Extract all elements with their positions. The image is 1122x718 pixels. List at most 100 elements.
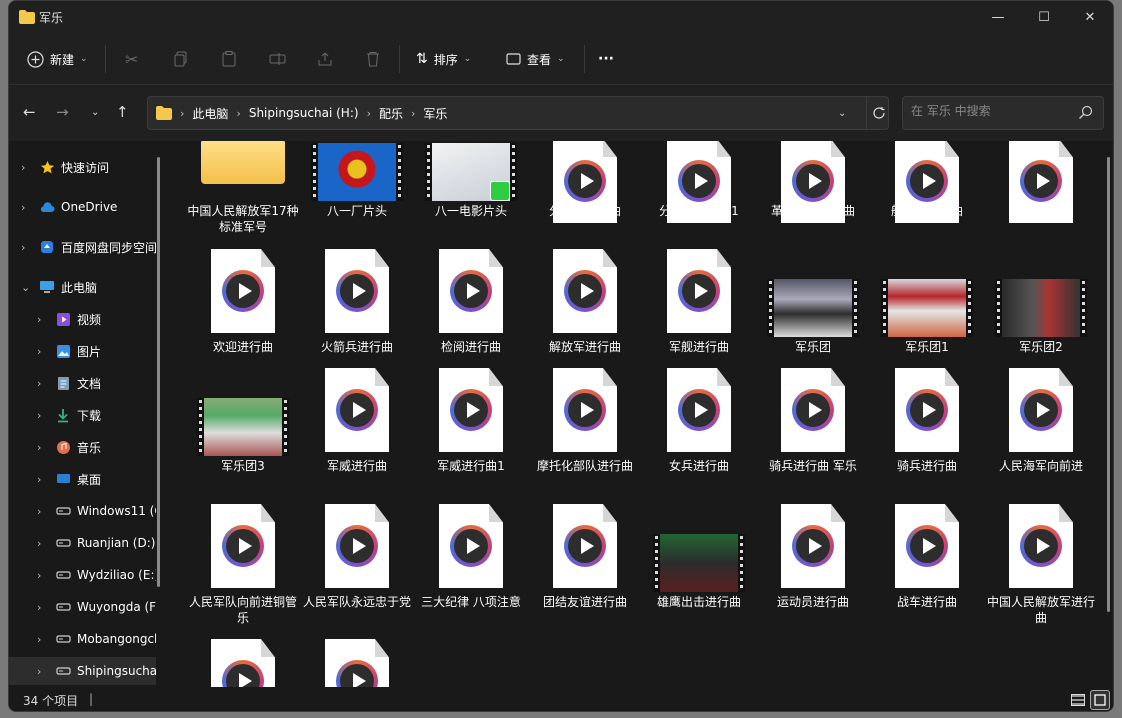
delete-button[interactable] xyxy=(365,47,381,71)
media-file-icon xyxy=(553,504,617,588)
file-item[interactable]: 航空兵进行曲 xyxy=(870,141,984,687)
file-item[interactable]: 军威进行曲1 xyxy=(414,141,528,687)
file-item[interactable]: 欢送进行曲 xyxy=(984,141,1098,687)
chevron-right-icon[interactable]: › xyxy=(37,377,41,390)
breadcrumb-peiyue[interactable]: 配乐 xyxy=(379,105,403,122)
file-item[interactable]: 雄鹰出击进行曲 xyxy=(642,141,756,687)
chevron-right-icon[interactable]: › xyxy=(37,665,41,678)
breadcrumb-junyue[interactable]: 军乐 xyxy=(423,105,447,122)
chevron-down-icon[interactable]: ⌄ xyxy=(21,281,30,294)
refresh-icon[interactable] xyxy=(872,106,886,120)
status-divider: | xyxy=(89,692,94,706)
file-item[interactable]: 中国人民解放军进行曲 xyxy=(984,141,1098,687)
file-item[interactable]: 骑兵进行曲 军乐 xyxy=(756,141,870,687)
breadcrumb-drive[interactable]: Shipingsuchai (H:) xyxy=(249,106,359,120)
sidebar-item[interactable]: › Mobangongchang xyxy=(9,625,156,653)
details-view-button[interactable] xyxy=(1068,690,1088,710)
sort-button[interactable]: ⇅ 排序 ⌄ xyxy=(416,47,471,71)
file-item[interactable]: 欢迎进行曲 xyxy=(186,141,300,687)
file-item[interactable]: 八一电影片头 xyxy=(414,141,528,687)
minimize-button[interactable]: — xyxy=(975,5,1021,29)
sidebar-item[interactable]: › 百度网盘同步空间 xyxy=(9,233,156,261)
file-item[interactable]: 中国人民解放军17种标准军号 xyxy=(186,141,300,687)
sidebar-item[interactable]: › Ruanjian (D:) xyxy=(9,529,156,557)
file-item[interactable]: 分列式进行曲 xyxy=(528,141,642,687)
file-item[interactable]: 运动员进行曲 xyxy=(756,141,870,687)
file-item[interactable]: 摩托化部队进行曲 xyxy=(528,141,642,687)
sidebar-item[interactable]: › 下载 xyxy=(9,401,156,429)
chevron-right-icon[interactable]: › xyxy=(37,345,41,358)
up-arrow-icon[interactable]: ↑ xyxy=(116,103,129,121)
file-item[interactable]: 三大纪律 八项注意 xyxy=(414,141,528,687)
chevron-right-icon[interactable]: › xyxy=(37,537,41,550)
content-scrollbar[interactable] xyxy=(1107,157,1110,612)
file-item[interactable]: 解放军进行曲 xyxy=(528,141,642,687)
chevron-right-icon[interactable]: › xyxy=(37,473,41,486)
file-item[interactable]: 革命青年进行曲 xyxy=(756,141,870,687)
sidebar-item[interactable]: › 视频 xyxy=(9,305,156,333)
back-arrow-icon[interactable]: ← xyxy=(23,103,36,121)
close-button[interactable]: ✕ xyxy=(1067,5,1113,29)
chevron-right-icon[interactable]: › xyxy=(37,313,41,326)
recent-locations-chevron-icon[interactable]: ⌄ xyxy=(91,107,99,118)
play-icon xyxy=(564,389,606,431)
address-history-chevron-icon[interactable]: ⌄ xyxy=(838,108,846,119)
paste-button[interactable] xyxy=(221,47,237,71)
chevron-right-icon[interactable]: › xyxy=(37,601,41,614)
sidebar-item[interactable]: › OneDrive xyxy=(9,193,156,221)
file-name: 分列式进行曲 xyxy=(548,204,621,218)
sidebar-item[interactable]: › 文档 xyxy=(9,369,156,397)
file-item[interactable]: 军乐团1 xyxy=(870,141,984,687)
address-bar[interactable]: › 此电脑 › Shipingsuchai (H:) › 配乐 › 军乐 ⌄ xyxy=(147,96,889,130)
sidebar-item[interactable]: › Wydziliao (E:) xyxy=(9,561,156,589)
title-bar[interactable]: 军乐 — ☐ ✕ xyxy=(9,1,1113,33)
file-item[interactable]: 军乐团 xyxy=(756,141,870,687)
file-item[interactable]: 人民军队永远忠于党 xyxy=(300,141,414,687)
more-options-button[interactable]: ··· xyxy=(598,47,614,71)
share-button[interactable] xyxy=(317,47,333,71)
sidebar-item[interactable]: ⌄ 此电脑 xyxy=(9,273,156,301)
file-item[interactable]: 检阅进行曲 xyxy=(414,141,528,687)
chevron-right-icon[interactable]: › xyxy=(21,201,25,214)
chevron-right-icon[interactable]: › xyxy=(37,409,41,422)
file-item[interactable]: 军威进行曲 xyxy=(300,141,414,687)
file-item[interactable]: 团结友谊进行曲 xyxy=(528,141,642,687)
cut-button[interactable]: ✂ xyxy=(125,47,138,71)
file-item[interactable] xyxy=(300,141,414,687)
chevron-right-icon[interactable]: › xyxy=(37,441,41,454)
search-input[interactable] xyxy=(911,104,1071,118)
view-button[interactable]: 查看 ⌄ xyxy=(506,47,565,71)
chevron-right-icon[interactable]: › xyxy=(37,505,41,518)
file-item[interactable]: 军舰进行曲 xyxy=(642,141,756,687)
sidebar-item[interactable]: › Windows11 (C:) xyxy=(9,497,156,525)
chevron-right-icon[interactable]: › xyxy=(37,569,41,582)
sidebar-item[interactable]: › 桌面 xyxy=(9,465,156,493)
file-item[interactable] xyxy=(186,141,300,687)
rename-button[interactable] xyxy=(269,47,286,71)
file-item[interactable]: 女兵进行曲 xyxy=(642,141,756,687)
file-item[interactable]: 军乐团2 xyxy=(984,141,1098,687)
sidebar-item[interactable]: › 音乐 xyxy=(9,433,156,461)
file-item[interactable]: 人民军队向前进铜管乐 xyxy=(186,141,300,687)
large-icons-view-button[interactable] xyxy=(1090,690,1110,710)
file-item[interactable]: 火箭兵进行曲 xyxy=(300,141,414,687)
sidebar-item[interactable]: › 图片 xyxy=(9,337,156,365)
chevron-right-icon[interactable]: › xyxy=(21,161,25,174)
file-item[interactable]: 军乐团3 xyxy=(186,141,300,687)
file-item[interactable]: 战车进行曲 xyxy=(870,141,984,687)
sidebar-item[interactable]: › 快速访问 xyxy=(9,153,156,181)
sidebar-scrollbar[interactable] xyxy=(157,157,160,587)
file-item[interactable]: 八一厂片头 xyxy=(300,141,414,687)
sidebar-item[interactable]: › Wuyongda (F:) xyxy=(9,593,156,621)
chevron-right-icon[interactable]: › xyxy=(37,633,41,646)
forward-arrow-icon[interactable]: → xyxy=(56,103,69,121)
new-button[interactable]: 新建 ⌄ xyxy=(27,47,88,71)
chevron-right-icon[interactable]: › xyxy=(21,241,25,254)
copy-button[interactable] xyxy=(173,47,189,71)
file-item[interactable]: 分列式进行曲1 xyxy=(642,141,756,687)
breadcrumb-this-pc[interactable]: 此电脑 xyxy=(192,105,228,122)
file-item[interactable]: 人民海军向前进 xyxy=(984,141,1098,687)
file-item[interactable]: 骑兵进行曲 xyxy=(870,141,984,687)
maximize-button[interactable]: ☐ xyxy=(1021,5,1067,29)
sidebar-item[interactable]: › Shipingsuchai (H:) xyxy=(9,657,156,685)
